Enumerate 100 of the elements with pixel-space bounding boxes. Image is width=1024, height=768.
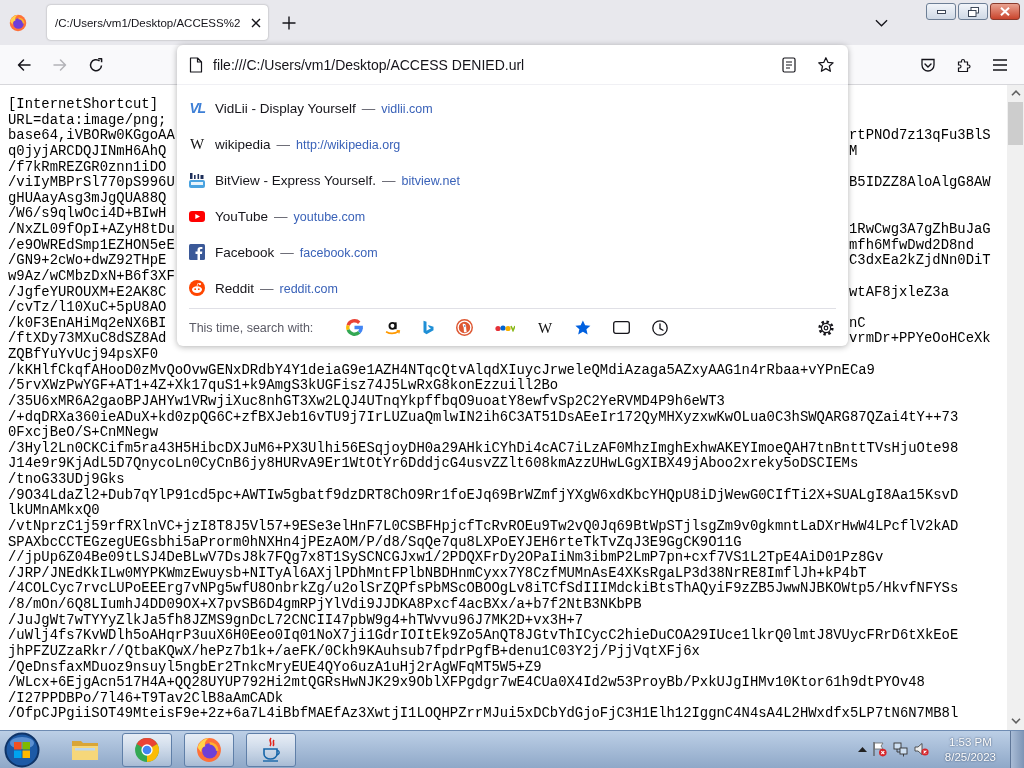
suggestion-item[interactable]: Reddit — reddit.com (177, 270, 848, 306)
suggestion-item[interactable]: YouTube — youtube.com (177, 198, 848, 234)
java-cup-icon (261, 737, 281, 762)
search-with-label: This time, search with: (189, 320, 315, 335)
text-fragment: /W6/s9qlwOci4D+BIwH (8, 206, 167, 222)
bing-icon[interactable] (423, 320, 434, 335)
text-fragment: /e9OWREdSmp1EZHON5eE (8, 237, 175, 253)
minimize-button[interactable] (926, 3, 956, 20)
text-line: /uWlj4fs7KvWDlh5oAHqrP3uuX6H0Eeo0Iq01NoX7ji1GdrIOItEk9Zo5AnQT8JGtvThICycC2hieDuCOA29IUce1lkrQ0lmtJ8VUycFRrD6tXkEoE (8, 627, 959, 644)
text-fragment: M (849, 143, 858, 160)
text-line: /JRP/JNEdKkILw0MYPKWmzEwuysb+NITyAl6AXjlPDhMntFPlbNBDHnmCyxx7Y8CzfMUMnAsE4XKsRgaLP3d38NrRE8ImflJh+kP4bT (8, 564, 867, 581)
clock-date: 8/25/2023 (944, 749, 996, 765)
close-window-button[interactable] (990, 3, 1020, 20)
close-icon[interactable] (250, 16, 262, 29)
scrollbar-thumb[interactable] (1008, 102, 1023, 145)
text-fragment: URL=data:image/png; (8, 112, 167, 128)
reload-icon[interactable] (88, 56, 104, 73)
puzzle-icon[interactable] (956, 56, 972, 73)
text-line: /9O34LdaZl2+Dub7qYlP91cd5pc+AWTIw5gbatf9dzDRT8ChO9Rr1foEJq69BrWZmfjYXgW6xdKbcYHQpU8iDjWewG0CIfTi2X+SUALgI8Aa15KsvD (8, 486, 959, 503)
text-line: 0FxcjBeO/S+CnMNegw (8, 424, 159, 441)
taskbar-button[interactable] (184, 732, 234, 767)
firefox-icon (196, 736, 222, 763)
text-line: /8/mOn/6Q8LIumhJ4DD09OX+X7pvSB6D4gmRPjYlVdi9JJDKA8Pxcf4acBXx/a+b7f2NtB3NKbPB (8, 596, 642, 612)
text-fragment: rtPNOd7z13qFu3BlS (849, 128, 991, 144)
text-fragment: gHUAayAsg3mJgQUA88Q (8, 190, 167, 206)
text-fragment: /cvTz/l10XuC+5pU8AO (8, 300, 167, 316)
suggestion-item[interactable]: W wikipedia — http://wikipedia.org (177, 126, 848, 162)
text-fragment: /GN9+2cWo+dwZ92THpE (8, 253, 167, 269)
text-fragment: /f7kRmREZGR0znn1iDO (8, 159, 167, 175)
wikipedia-icon[interactable]: W (537, 319, 553, 336)
network-icon[interactable] (892, 742, 908, 757)
text-fragment: B5IDZZ8AloAlgG8AW (849, 175, 991, 191)
star-icon[interactable] (575, 320, 591, 335)
suggestion-item[interactable]: BitView - Express Yourself. — bitview.net (177, 162, 848, 198)
text-line: //jpUp6Z04Be09tLSJ4DeBLwV7DsJ8k7FQg7x8T1SySCNCGJxw1/2PDQXFrDy2OPaIiNm3ibmP2LmP7pn+cxf7VS1L2TpE4AiD01Pz8Gv (8, 549, 884, 566)
facebook-icon (189, 244, 205, 260)
ebay-icon[interactable] (495, 323, 515, 332)
wikipedia-icon: W (189, 136, 205, 152)
taskbar-button[interactable] (122, 732, 172, 767)
flag-icon[interactable] (872, 742, 887, 757)
text-line: /JuJgWt7wTYYyZlkJa5fh8JZMS9gnDcL72CNCII47pbW9g4+hTWvvu96J7MK2D+vx3H+7 (8, 611, 584, 628)
suggestion-item[interactable]: VL VidLii - Display Yourself — vidlii.com (177, 90, 848, 126)
chrome-icon (134, 736, 160, 763)
pocket-icon[interactable] (920, 56, 936, 73)
text-line: ZQBfYuYvUcj94psXF0 (8, 346, 159, 362)
text-line: /tnoG33UDj9Gks (8, 471, 125, 487)
text-fragment: 1RwCwg3A7gZhBuJaG (849, 222, 991, 238)
reader-view-icon[interactable] (782, 56, 796, 73)
text-line: /I27PPDBPo/7l46+T9Tav2ClB8aAmCADk (8, 689, 284, 706)
text-line: /kKHlfCkqfAHooD0zMvQoOvwGENxDRdbY4Y1deiaG9e1AZH4NTqcQtvAlqdXIuycJrweleQMdiAzaga5AZxyAAG1n4rRbaa+vYPnECa9 (8, 361, 875, 378)
scroll-up-icon[interactable] (1010, 90, 1021, 96)
text-line: jhPFZUZzaRkr//QtbaKQwX/hePz7b1k+/aeFK/0Ckh9KAuhsub7fpdrPgfB+denu1C03Y2j/PjjVqtXFj6x (8, 642, 700, 659)
text-line: /35U6xMR6A2gaoBPJAHYw1VRwjiXuc8nhGT3Xw2LQJ4UTnqYkpffbqO9uoatY8ewfvSp2C2YeRVMD4P9h6eWT3 (8, 392, 725, 409)
suggestion-item[interactable]: Facebook — facebook.com (177, 234, 848, 270)
page-icon (189, 56, 203, 73)
amazon-icon[interactable] (385, 320, 401, 335)
scroll-down-icon[interactable] (1010, 718, 1021, 724)
text-fragment: nC (849, 315, 866, 331)
text-line: /WLcx+6EjgAcn517H4A+QQ28UYUP792Hi2mtQGRsHwNJK29x9OblXFPgdgr7wE4CUa0X4Id2w53ProyBb/PxkUJgIHMv10Ktor61h9dtPYOv48 (8, 674, 925, 691)
taskbar-button[interactable] (246, 732, 296, 767)
text-line: /vtNprzC1j59rfRXlnVC+jzI8T8J5Vl57+9ESe3elHnF7L0CSBFHpjcfTcRvROEu9Tw2vQ0Jq69BtWpSTjlsgZm9v0gkmntLaDXrHwW4LPcflV2kAD (8, 517, 959, 534)
speaker-muted-icon[interactable] (913, 743, 929, 756)
browser-tab[interactable]: /C:/Users/vm1/Desktop/ACCESS%2 (47, 5, 268, 40)
text-line: /3Hyl2Ln0CKCifm5ra43H5HibcDXJuM6+PX3Ulhi56ESqjoyDH0a29AHkiCYhDi4cAC7iLzAF0MhzImghExhwAKEYImoeQAH7tnBnttTVsHjuOte98 (8, 439, 959, 456)
chevron-down-icon[interactable] (875, 18, 888, 27)
caret-up-icon[interactable] (857, 747, 867, 752)
text-fragment: /viIyMBPrSl770pS996U (8, 175, 175, 191)
restore-icon (967, 6, 979, 17)
back-arrow-icon[interactable] (16, 56, 32, 73)
reddit-icon (189, 280, 205, 296)
text-fragment: vrmDr+PPYeOoHCeXk (849, 331, 991, 347)
text-line: /+dqDRXa360ieADuX+kd0zpQG6C+zfBXJeb16vTU9j7IrLUZuaQmlwIN2ih6C3AT51DsAEeIr172QyMHXyzxwKwOLua0C3hSWQARG87QZai4tY++73 (8, 408, 959, 425)
youtube-icon (189, 210, 205, 222)
clock-icon[interactable] (652, 319, 668, 336)
text-fragment: w9Az/wCMbzDxN+B6f3XF (8, 268, 175, 285)
text-line: /5rvXWzPwYGF+AT1+4Z+Xk17quS1+k9AmgS3kUGFisz74J5LwRxG8konEzzuill2Bo (8, 377, 559, 394)
text-fragment: /k0F3EnAHiMq2eNX6BI (8, 315, 167, 331)
scrollbar[interactable] (1007, 85, 1024, 730)
minimize-icon (936, 9, 946, 14)
settings-icon[interactable] (818, 319, 834, 336)
restore-button[interactable] (958, 3, 988, 20)
text-line: /4COLCyc7rvcLUPoEEErg7vNPg5wfU8OnbrkZg/u2olSrZQPfsPbMScOBOOgLv8iTCfSdIIIMdckiBtsThAQyiF9zZB5JwwNJBKOWtp5/HkvfNFYSs (8, 580, 959, 597)
text-line: [InternetShortcut] (8, 96, 159, 112)
text-fragment: wtAF8jxleZ3a (849, 284, 950, 301)
text-line: J14e9r9KjAdL5D7QnycoLn0CyCnB6jy8HURvA9Er1WtOtYr6DddjcG4usvZZlt608kmAzzUHwLGgXIBX49jAboo2xreky5oDSCIEMs (8, 455, 859, 472)
text-fragment: /ftXDy73MXuC8dSZ8Ad (8, 331, 167, 347)
close-icon (1000, 7, 1010, 16)
duckduckgo-icon[interactable] (456, 319, 473, 336)
text-fragment: /JgfeYUROUXM+E2AK8C (8, 284, 167, 300)
google-icon[interactable] (346, 319, 363, 336)
text-line: lkUMnAMkxQ0 (8, 502, 100, 519)
text-fragment: /NxZL09fOpI+AZyH8tDu (8, 222, 175, 238)
text-fragment: mfh6MfwDwd2D8nd (849, 237, 975, 253)
star-outline-icon[interactable] (818, 57, 834, 72)
menu-icon[interactable] (992, 57, 1008, 72)
text-fragment: C3dxEa2kZjdNn0DiT (849, 253, 991, 269)
folder-icon (71, 738, 99, 761)
tab-icon[interactable] (613, 321, 630, 334)
plus-icon[interactable] (282, 15, 296, 30)
clock-time: 1:53 PM (949, 734, 992, 750)
